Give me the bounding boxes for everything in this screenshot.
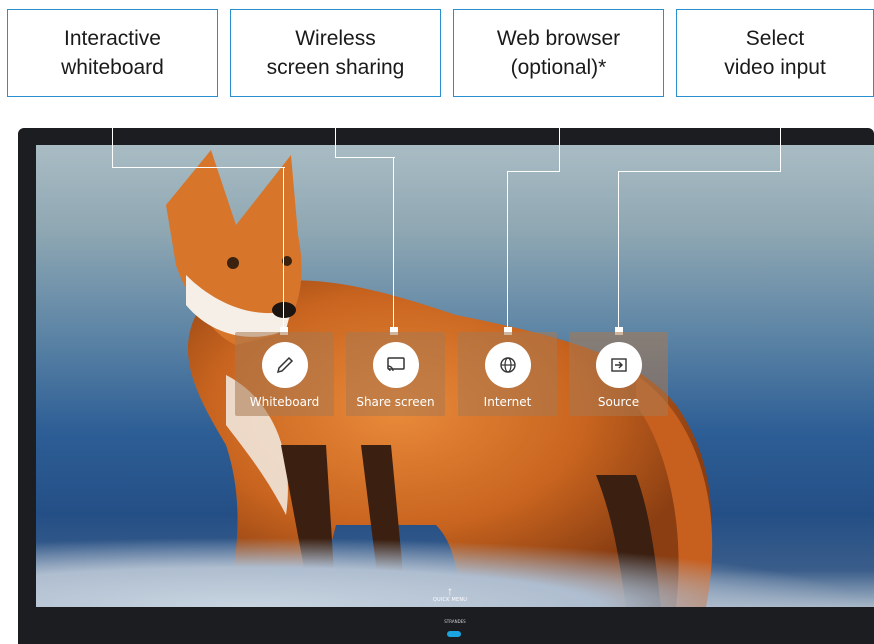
pencil-icon (262, 342, 308, 388)
arrow-up-icon: ↑ (447, 584, 453, 598)
quick-menu-button[interactable]: ↑ QUICK MENU (420, 585, 480, 603)
callout-share-screen: Wireless screen sharing (230, 9, 441, 97)
brand-logo: STRANDES (444, 619, 466, 624)
connector-source (618, 97, 781, 172)
internet-tile-label: Internet (483, 395, 532, 409)
quick-menu-label: QUICK MENU (432, 597, 468, 603)
power-indicator (447, 631, 461, 637)
callout-whiteboard-text: Interactive whiteboard (61, 27, 164, 79)
connector-share-drop (393, 157, 394, 329)
callout-source-text: Select video input (724, 27, 826, 79)
share-screen-tile[interactable]: Share screen (346, 332, 445, 416)
display-screen (36, 145, 874, 607)
callout-whiteboard: Interactive whiteboard (7, 9, 218, 97)
connector-share (335, 97, 395, 158)
whiteboard-tile-label: Whiteboard (249, 395, 320, 409)
connector-source-drop (618, 171, 619, 329)
connector-whiteboard (112, 97, 285, 168)
whiteboard-tile[interactable]: Whiteboard (235, 332, 334, 416)
internet-tile[interactable]: Internet (458, 332, 557, 416)
cast-icon (373, 342, 419, 388)
callout-source: Select video input (676, 9, 874, 97)
callout-web-browser: Web browser (optional)* (453, 9, 664, 97)
input-icon (596, 342, 642, 388)
globe-icon (485, 342, 531, 388)
source-tile[interactable]: Source (569, 332, 668, 416)
connector-internet (507, 97, 560, 172)
source-tile-label: Source (597, 395, 640, 409)
callout-web-browser-text: Web browser (optional)* (496, 27, 621, 79)
callout-share-screen-text: Wireless screen sharing (266, 27, 405, 79)
connector-whiteboard-drop (283, 167, 284, 329)
connector-internet-drop (507, 171, 508, 329)
share-screen-tile-label: Share screen (356, 395, 435, 409)
